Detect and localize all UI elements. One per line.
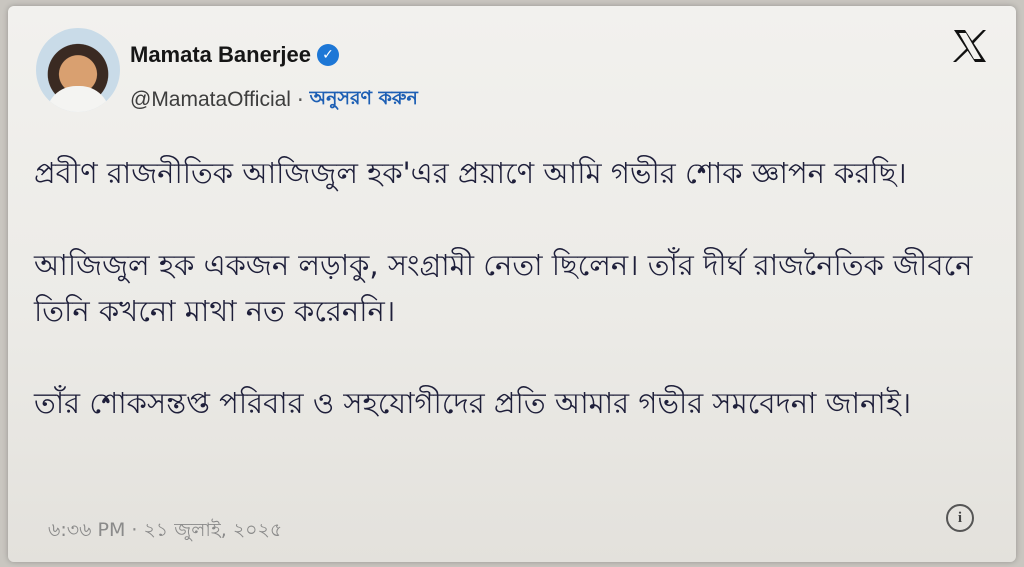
tweet-text: প্রবীণ রাজনীতিক আজিজুল হক'এর প্রয়াণে আম… (34, 150, 974, 472)
follow-button[interactable]: অনুসরণ করুন (310, 84, 418, 116)
verified-badge-icon: ✓ (316, 44, 339, 66)
info-icon[interactable]: i (946, 504, 974, 532)
author-name-row: Mamata Banerjee ✓ (130, 42, 339, 68)
tweet-paragraph-1: প্রবীণ রাজনীতিক আজিজুল হক'এর প্রয়াণে আম… (34, 156, 907, 190)
avatar[interactable] (36, 28, 120, 112)
tweet-paragraph-2: আজিজুল হক একজন লড়াকু, সংগ্রামী নেতা ছিল… (34, 248, 973, 328)
avatar-clothing (46, 86, 110, 112)
tweet-timestamp[interactable]: ৬:৩৬ PM · ২১ জুলাই, ২০২৫ (48, 516, 282, 548)
x-logo-icon[interactable] (950, 26, 990, 66)
separator: · (296, 88, 304, 112)
tweet-card: Mamata Banerjee ✓ @MamataOfficial · অনুস… (8, 6, 1016, 562)
author-name[interactable]: Mamata Banerjee (130, 42, 311, 68)
tweet-paragraph-3: তাঁর শোকসন্তপ্ত পরিবার ও সহযোগীদের প্রতি… (34, 386, 912, 420)
author-handle[interactable]: @MamataOfficial (130, 88, 291, 112)
author-handle-row: @MamataOfficial · অনুসরণ করুন (130, 84, 418, 116)
